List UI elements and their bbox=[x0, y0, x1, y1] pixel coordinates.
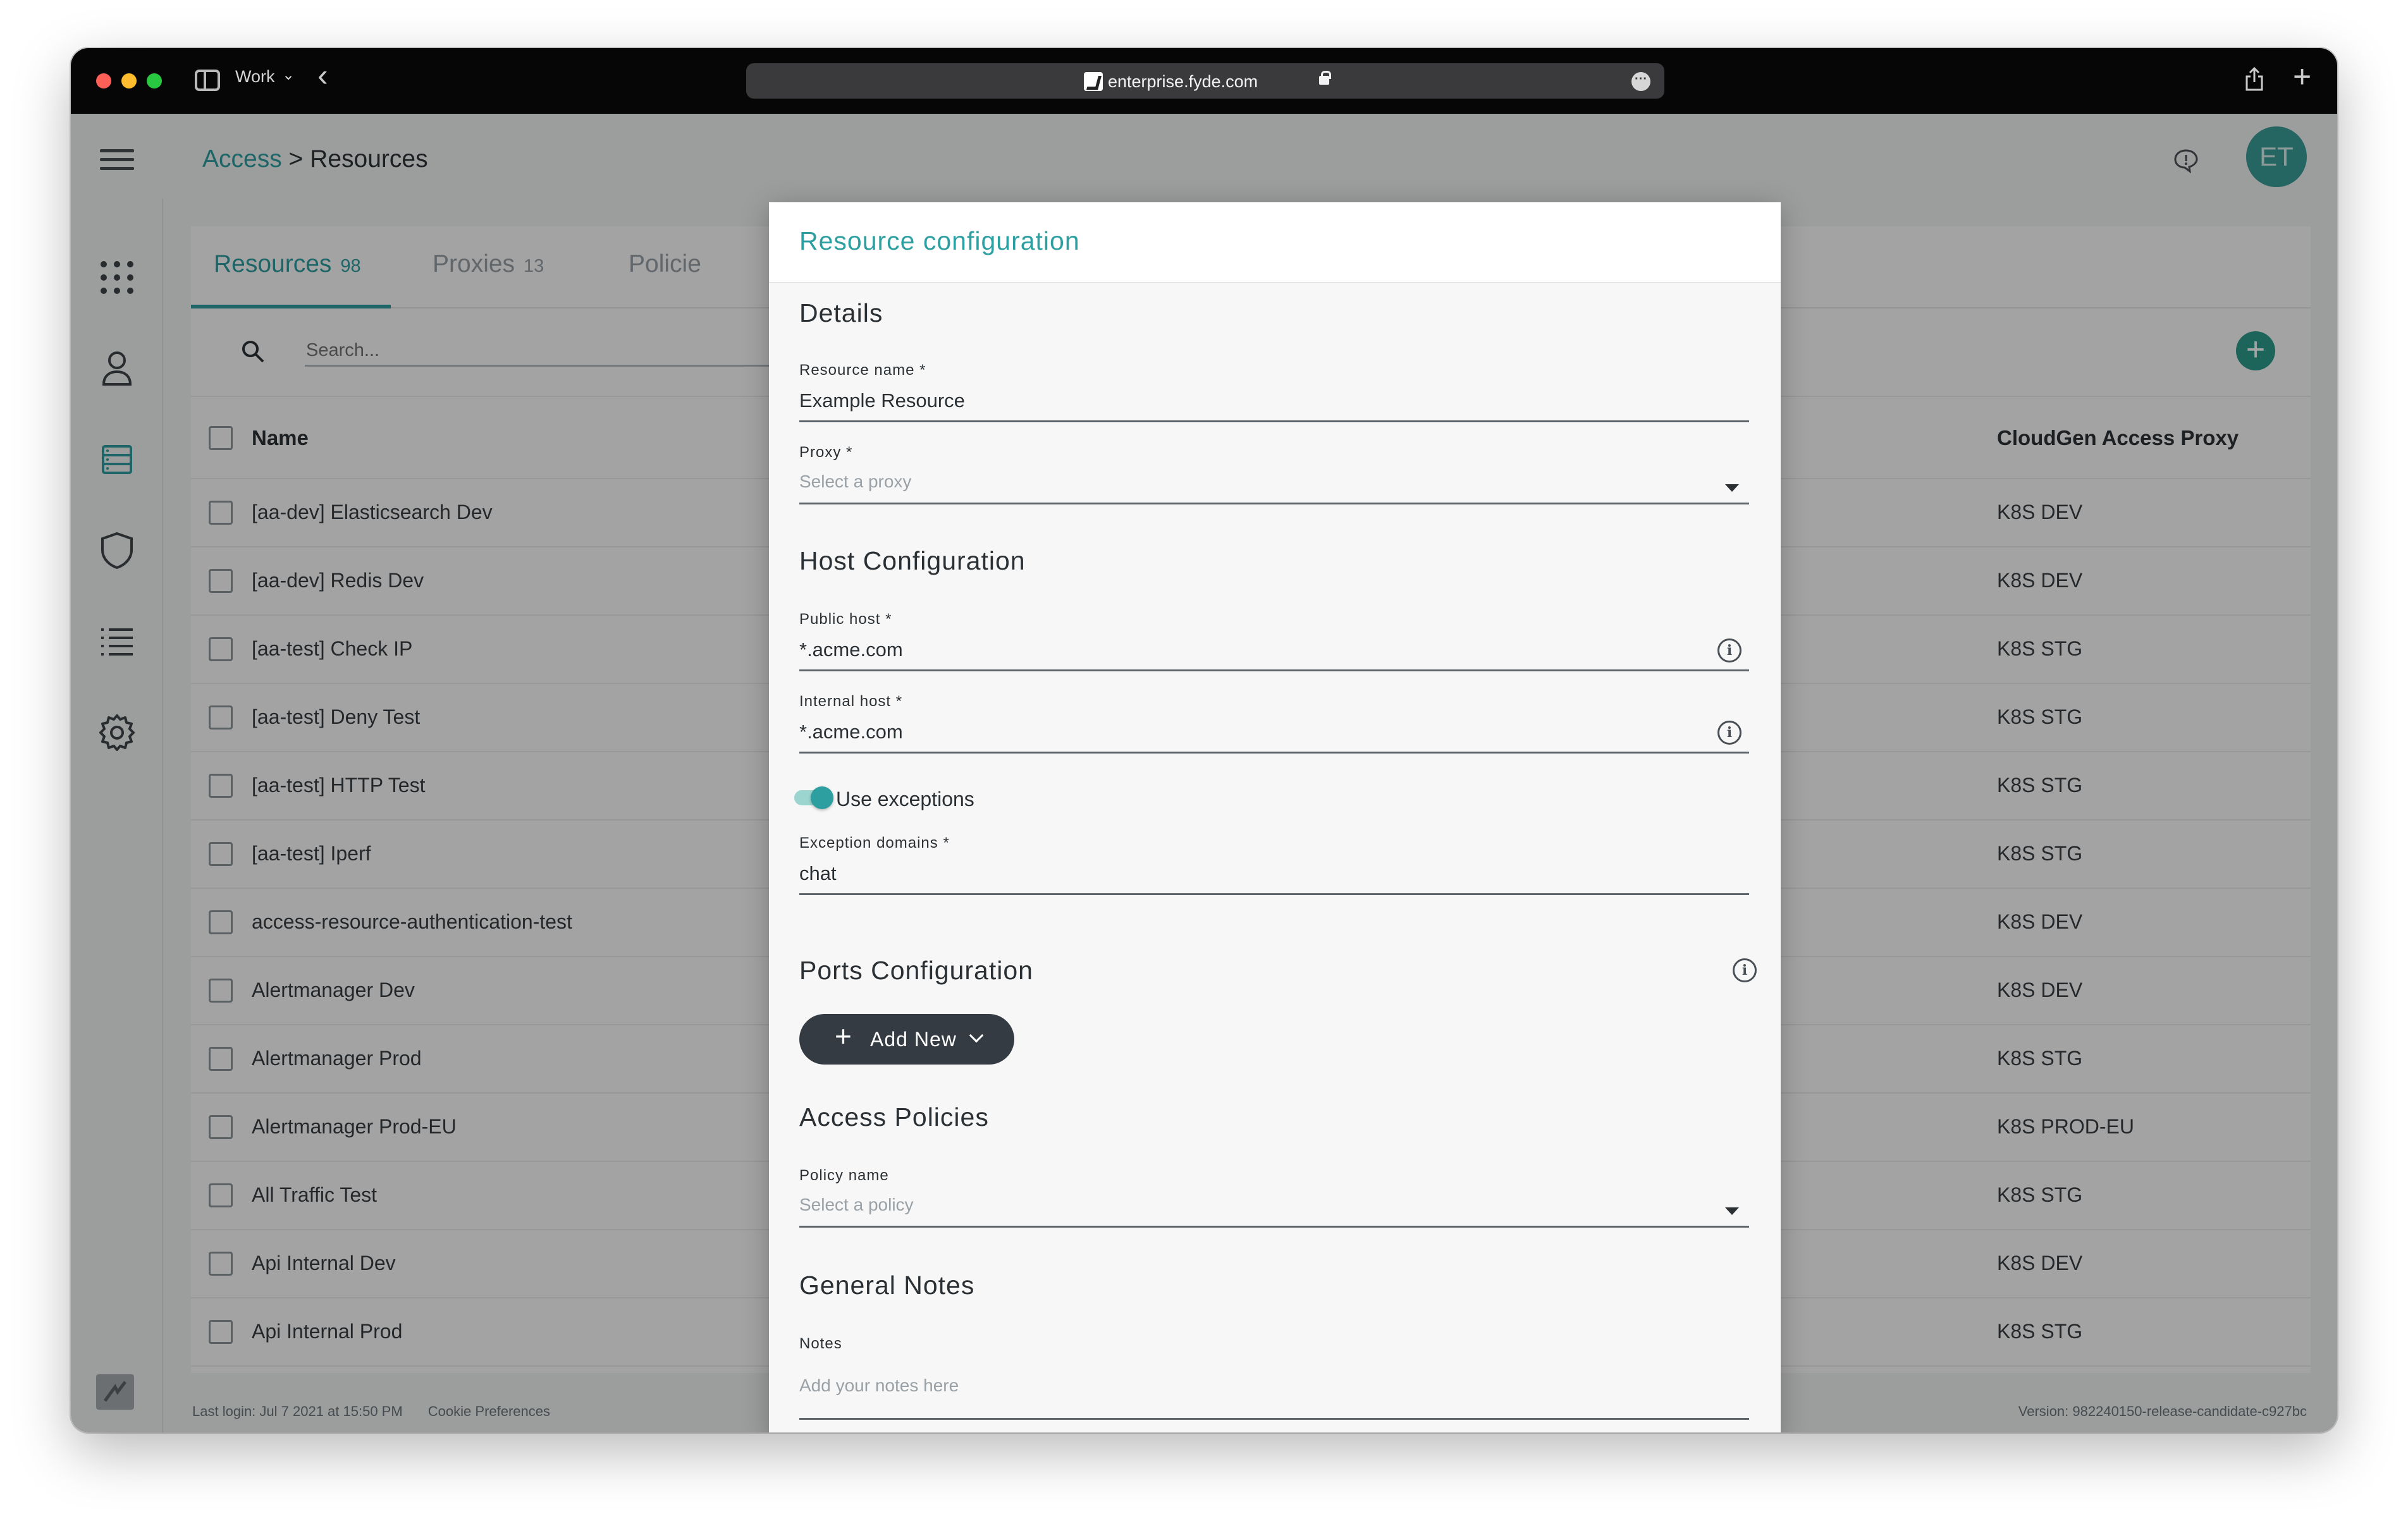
proxy-select[interactable]: Select a proxy bbox=[799, 465, 1749, 504]
proxy-placeholder: Select a proxy bbox=[799, 472, 912, 491]
proxy-label: Proxy * bbox=[799, 444, 853, 461]
policy-placeholder: Select a policy bbox=[799, 1195, 914, 1214]
policy-label: Policy name bbox=[799, 1167, 889, 1184]
zoom-window-button[interactable] bbox=[147, 73, 162, 89]
ports-configuration-title: Ports Configuration bbox=[799, 956, 1033, 985]
close-window-button[interactable] bbox=[96, 73, 111, 89]
resource-name-value: Example Resource bbox=[799, 389, 965, 412]
notes-textarea[interactable]: Add your notes here bbox=[799, 1357, 1749, 1420]
back-icon[interactable]: ‹ bbox=[317, 59, 328, 91]
toggle-knob bbox=[811, 786, 833, 809]
exception-domains-value: chat bbox=[799, 862, 837, 884]
internal-host-label: Internal host * bbox=[799, 693, 903, 710]
notes-label: Notes bbox=[799, 1335, 842, 1352]
new-tab-icon[interactable]: + bbox=[2293, 61, 2311, 92]
minimize-window-button[interactable] bbox=[121, 73, 137, 89]
exception-domains-label: Exception domains * bbox=[799, 834, 950, 852]
info-icon[interactable]: i bbox=[1733, 958, 1757, 982]
sidebar-toggle-icon[interactable] bbox=[195, 70, 220, 91]
resource-name-field: Resource name * Example Resource bbox=[799, 362, 1749, 422]
share-icon[interactable] bbox=[2245, 67, 2264, 91]
resource-name-label: Resource name * bbox=[799, 362, 926, 379]
browser-window: Work ⌄ ‹ enterprise.fyde.com ··· + Acces… bbox=[71, 48, 2337, 1432]
internal-host-value: *.acme.com bbox=[799, 721, 903, 743]
exception-domains-field: Exception domains * chat bbox=[799, 834, 1749, 895]
browser-toolbar: Work ⌄ ‹ enterprise.fyde.com ··· + bbox=[71, 48, 2337, 114]
resource-configuration-dialog: Resource configuration Details Resource … bbox=[769, 202, 1781, 1432]
more-options-icon[interactable]: ··· bbox=[1631, 72, 1650, 91]
use-exceptions-toggle[interactable] bbox=[794, 786, 833, 809]
dialog-header: Resource configuration bbox=[769, 202, 1781, 283]
resource-name-input[interactable]: Example Resource bbox=[799, 383, 1749, 422]
plus-icon: + bbox=[835, 1020, 852, 1053]
general-notes-title: General Notes bbox=[799, 1271, 975, 1300]
lock-icon bbox=[1319, 71, 1331, 85]
exception-domains-input[interactable]: chat bbox=[799, 856, 1749, 895]
access-policies-title: Access Policies bbox=[799, 1102, 989, 1132]
fyde-logo-icon bbox=[96, 1374, 134, 1410]
add-new-port-button[interactable]: + Add New bbox=[799, 1014, 1014, 1065]
dropdown-arrow-icon bbox=[1725, 1207, 1739, 1215]
address-bar[interactable]: enterprise.fyde.com ··· bbox=[746, 63, 1664, 99]
public-host-label: Public host * bbox=[799, 611, 892, 628]
site-favicon-icon bbox=[1084, 72, 1103, 91]
tab-group-label[interactable]: Work bbox=[235, 67, 275, 87]
add-new-label: Add New bbox=[870, 1028, 957, 1051]
public-host-field: Public host * *.acme.com i bbox=[799, 611, 1749, 671]
dropdown-arrow-icon bbox=[1725, 484, 1739, 492]
internal-host-field: Internal host * *.acme.com i bbox=[799, 693, 1749, 754]
policy-select[interactable]: Select a policy bbox=[799, 1188, 1749, 1228]
public-host-value: *.acme.com bbox=[799, 638, 903, 661]
host-configuration-title: Host Configuration bbox=[799, 546, 1026, 575]
dialog-title: Resource configuration bbox=[799, 226, 1080, 255]
notes-field: Notes Add your notes here bbox=[799, 1335, 1749, 1420]
notes-placeholder: Add your notes here bbox=[799, 1376, 959, 1395]
chevron-down-icon[interactable]: ⌄ bbox=[282, 66, 295, 84]
info-icon[interactable]: i bbox=[1717, 638, 1742, 662]
url-text[interactable]: enterprise.fyde.com bbox=[1108, 72, 1258, 92]
internal-host-input[interactable]: *.acme.com i bbox=[799, 714, 1749, 754]
public-host-input[interactable]: *.acme.com i bbox=[799, 632, 1749, 671]
chevron-down-icon bbox=[969, 1028, 984, 1043]
proxy-field: Proxy * Select a proxy bbox=[799, 444, 1749, 504]
use-exceptions-label: Use exceptions bbox=[836, 788, 974, 810]
policy-field: Policy name Select a policy bbox=[799, 1167, 1749, 1228]
details-section-title: Details bbox=[799, 298, 883, 327]
info-icon[interactable]: i bbox=[1717, 721, 1742, 745]
